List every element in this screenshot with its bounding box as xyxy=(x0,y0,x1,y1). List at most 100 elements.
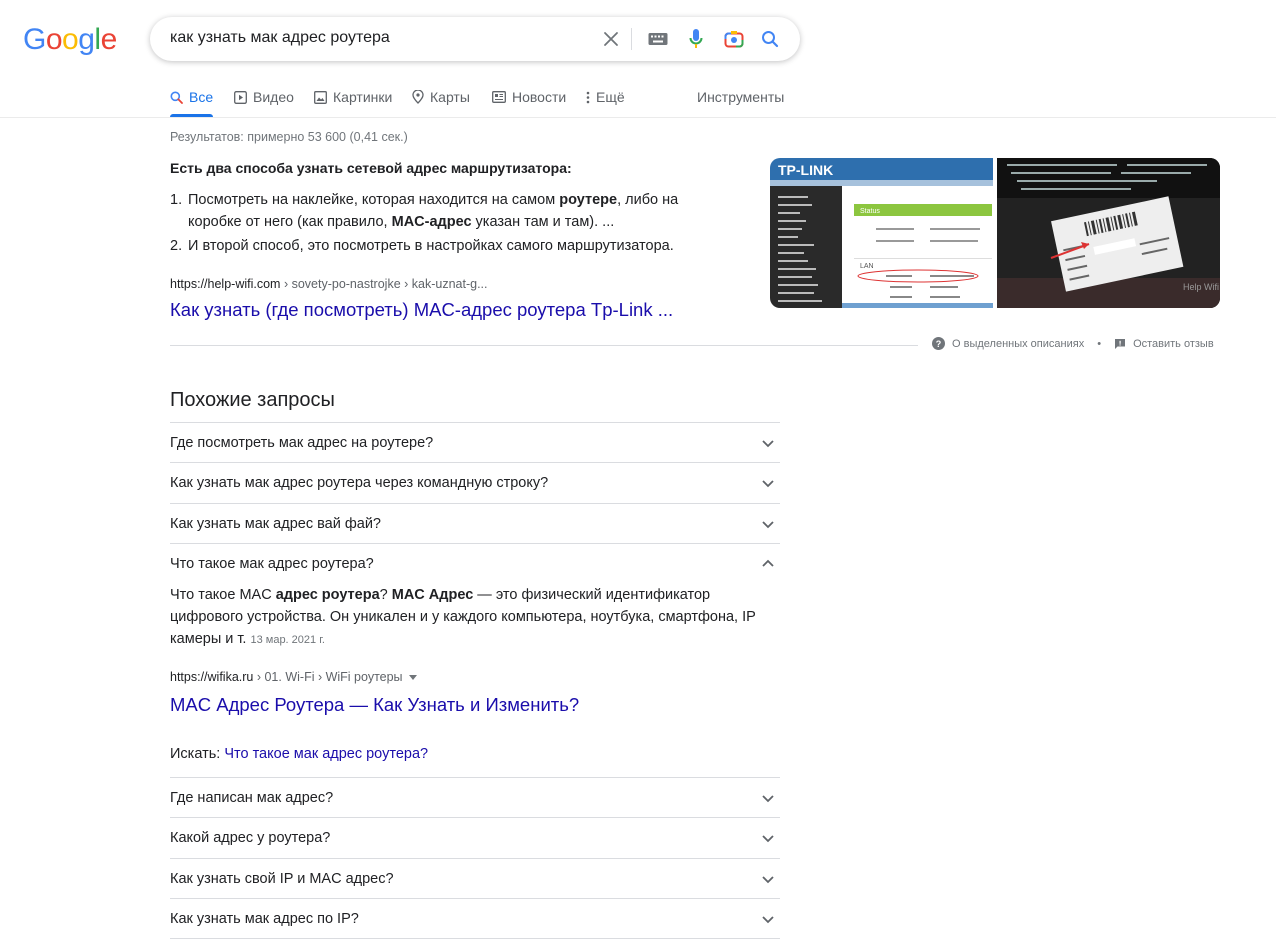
cite-path: › 01. Wi-Fi › WiFi роутеры xyxy=(253,670,403,684)
keyboard-icon[interactable] xyxy=(647,28,669,50)
question-text: Какой адрес у роутера? xyxy=(170,829,331,846)
search-box xyxy=(150,17,800,61)
separator-dot: • xyxy=(1097,337,1102,350)
expanded-answer: Что такое MAC адрес роутера? MAC Адрес —… xyxy=(170,584,780,651)
tab-more[interactable]: Ещё xyxy=(586,89,625,105)
result-link[interactable]: MAC Адрес Роутера — Как Узнать и Изменит… xyxy=(170,694,579,716)
featured-snippet-title: Есть два способа узнать сетевой адрес ма… xyxy=(170,160,572,176)
related-question[interactable]: Где посмотреть мак адрес на роутере? xyxy=(170,422,780,462)
play-icon xyxy=(234,90,247,104)
cite-domain: https://wifika.ru xyxy=(170,670,254,684)
question-text: Как узнать мак адрес вай фай? xyxy=(170,515,381,532)
router-box-label-photo[interactable]: Help Wifi xyxy=(997,158,1220,308)
logo-letter: o xyxy=(45,23,63,56)
list-divider xyxy=(170,938,780,939)
about-snippets-link[interactable]: О выделенных описаниях xyxy=(952,338,1084,350)
tab-label: Карты xyxy=(430,89,470,105)
tab-label: Все xyxy=(189,89,214,105)
lan-label: LAN xyxy=(860,263,874,270)
chevron-down-icon xyxy=(762,439,774,447)
search-icon[interactable] xyxy=(759,28,781,50)
result-cite: https://wifika.ru › 01. Wi-Fi › WiFi роу… xyxy=(170,670,419,684)
list-number: 2. xyxy=(170,238,183,254)
search-for-link[interactable]: Что такое мак адрес роутера? xyxy=(224,746,428,762)
tab-label: Новости xyxy=(512,89,567,105)
search-for-label: Искать: xyxy=(170,746,225,762)
question-text: Где посмотреть мак адрес на роутере? xyxy=(170,434,434,451)
list-number: 1. xyxy=(170,192,183,208)
logo-letter: g xyxy=(78,23,95,56)
chevron-down-icon xyxy=(762,875,774,883)
chevron-down-icon xyxy=(762,479,774,487)
related-question[interactable]: Как узнать свой IP и MAC адрес? xyxy=(170,858,780,898)
feedback-link[interactable]: Оставить отзыв xyxy=(1133,338,1214,350)
question-text: Как узнать свой IP и MAC адрес? xyxy=(170,870,394,887)
tab-news[interactable]: Новости xyxy=(492,89,566,105)
chevron-down-icon xyxy=(762,915,774,923)
more-vert-icon xyxy=(586,91,590,103)
list-text: Посмотреть на наклейке, которая находитс… xyxy=(188,189,710,233)
snippet-images[interactable]: TP-LINK Status LAN Help Wifi xyxy=(770,158,1220,308)
related-question[interactable]: Где написан мак адрес? xyxy=(170,777,780,817)
cite-path: › sovety-po-nastrojke › kak-uznat-g... xyxy=(280,277,488,291)
question-text: Как узнать мак адрес по IP? xyxy=(170,910,359,927)
header-divider xyxy=(0,117,1276,118)
bold-part: MAC Адрес xyxy=(391,587,474,603)
list-item: 1. Посмотреть на наклейке, которая наход… xyxy=(170,189,710,233)
answer-date: 13 мар. 2021 г. xyxy=(250,634,325,646)
list-item: 2. И второй способ, это посмотреть в нас… xyxy=(170,235,710,257)
chevron-down-icon xyxy=(762,520,774,528)
tab-maps[interactable]: Карты xyxy=(412,89,470,105)
microphone-icon[interactable] xyxy=(685,28,707,50)
related-questions-title: Похожие запросы xyxy=(170,389,335,411)
watermark-text: Help Wifi xyxy=(1183,282,1219,292)
tab-all[interactable]: Все xyxy=(170,89,213,105)
tab-images[interactable]: Картинки xyxy=(314,89,392,105)
tab-video[interactable]: Видео xyxy=(234,89,294,105)
chevron-down-icon xyxy=(762,794,774,802)
related-question[interactable]: Как узнать мак адрес по IP? xyxy=(170,898,780,938)
svg-text:?: ? xyxy=(936,339,942,349)
result-cite: https://help-wifi.com › sovety-po-nastro… xyxy=(170,277,488,291)
feedback-icon xyxy=(1115,338,1126,349)
google-logo[interactable]: Google xyxy=(23,23,117,57)
cite-domain: https://help-wifi.com xyxy=(170,277,281,291)
snippet-divider xyxy=(170,345,918,346)
help-circle-icon: ? xyxy=(932,337,945,350)
related-question-expanded[interactable]: Что такое мак адрес роутера? xyxy=(170,543,780,583)
bold-part: роутере xyxy=(559,192,618,208)
text-part: указан там и там). ... xyxy=(471,214,615,230)
question-text: Что такое мак адрес роутера? xyxy=(170,555,374,572)
bold-part: адрес роутера xyxy=(275,587,380,603)
tp-link-brand: TP-LINK xyxy=(778,162,833,178)
search-for: Искать: Что такое мак адрес роутера? xyxy=(170,746,428,762)
logo-letter: G xyxy=(23,23,46,56)
featured-snippet-list: 1. Посмотреть на наклейке, которая наход… xyxy=(170,189,710,259)
question-text: Как узнать мак адрес роутера через коман… xyxy=(170,474,549,491)
tools-label: Инструменты xyxy=(697,89,785,105)
tab-label: Видео xyxy=(253,89,294,105)
image-icon xyxy=(314,90,327,104)
related-question[interactable]: Какой адрес у роутера? xyxy=(170,817,780,857)
tools-button[interactable]: Инструменты xyxy=(697,89,784,105)
camera-lens-icon[interactable] xyxy=(723,28,745,50)
clear-icon[interactable] xyxy=(600,28,622,50)
search-icon xyxy=(170,91,183,104)
caret-down-icon[interactable] xyxy=(407,671,419,683)
search-divider xyxy=(631,28,632,50)
chevron-down-icon xyxy=(762,834,774,842)
tab-label: Картинки xyxy=(333,89,393,105)
tab-label: Ещё xyxy=(596,89,625,105)
list-text: И второй способ, это посмотреть в настро… xyxy=(188,238,674,254)
results-count: Результатов: примерно 53 600 (0,41 сек.) xyxy=(170,130,408,144)
search-input[interactable] xyxy=(170,29,590,47)
router-settings-screenshot[interactable]: TP-LINK Status LAN xyxy=(770,158,993,308)
question-text: Где написан мак адрес? xyxy=(170,789,334,806)
related-question[interactable]: Как узнать мак адрес роутера через коман… xyxy=(170,462,780,502)
related-question[interactable]: Как узнать мак адрес вай фай? xyxy=(170,503,780,543)
news-icon xyxy=(492,91,506,103)
result-link[interactable]: Как узнать (где посмотреть) MAC-адрес ро… xyxy=(170,299,673,321)
logo-letter: e xyxy=(100,23,118,56)
text-part: Что такое MAC xyxy=(170,587,276,603)
map-pin-icon xyxy=(412,90,424,104)
